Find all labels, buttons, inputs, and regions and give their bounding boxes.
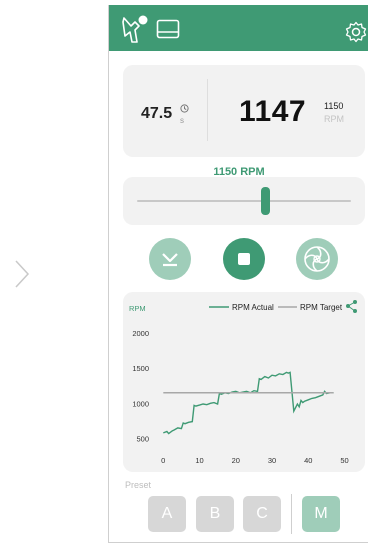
share-icon[interactable] (346, 300, 357, 313)
x-tick-label: 20 (232, 456, 240, 465)
rpm-chart-card: RPM 2000 1500 1000 500 0 10 20 30 40 50 RPM Actual R… (123, 292, 365, 472)
slider-track[interactable] (137, 200, 351, 202)
stop-icon (238, 253, 250, 265)
readout-divider (207, 79, 208, 141)
previous-page-chevron-icon[interactable] (10, 258, 34, 290)
slider-thumb[interactable] (260, 187, 270, 215)
spin-icon (304, 246, 330, 272)
drill-icon[interactable] (121, 14, 149, 44)
rotate-forward-button[interactable] (296, 238, 338, 280)
manual-mode-button[interactable]: M (302, 496, 340, 532)
y-tick-label: 2000 (132, 329, 149, 338)
y-tick-label: 1000 (132, 399, 149, 408)
readout-card: 47.5 s 1147 1150 RPM (123, 65, 365, 157)
rpm-target-value: 1150 (324, 101, 344, 111)
chevron-down-icon (162, 253, 178, 267)
stop-button[interactable] (223, 238, 265, 280)
legend-label-target: RPM Target (300, 303, 343, 312)
legend-label-actual: RPM Actual (232, 303, 274, 312)
rpm-actual-value: 1147 (239, 95, 307, 128)
x-tick-label: 0 (161, 456, 165, 465)
preset-c-button[interactable]: C (243, 496, 281, 532)
x-tick-label: 10 (195, 456, 203, 465)
rpm-unit: RPM (324, 114, 344, 124)
time-unit: s (180, 116, 184, 125)
rpm-actual-line (163, 371, 334, 435)
x-tick-label: 40 (304, 456, 312, 465)
clock-icon (180, 104, 189, 113)
preset-a-button[interactable]: A (148, 496, 186, 532)
y-tick-label: 1500 (132, 364, 149, 373)
console-icon[interactable] (156, 19, 180, 39)
x-tick-label: 30 (268, 456, 276, 465)
top-bar (109, 5, 368, 51)
gear-icon[interactable] (345, 21, 367, 43)
x-tick-label: 50 (340, 456, 348, 465)
rotate-reverse-button[interactable] (149, 238, 191, 280)
y-tick-label: 500 (136, 434, 149, 443)
preset-b-button[interactable]: B (196, 496, 234, 532)
rpm-slider[interactable] (123, 177, 365, 225)
rpm-chart: RPM 2000 1500 1000 500 0 10 20 30 40 50 RPM Actual R… (129, 300, 357, 465)
preset-label: Preset (125, 480, 152, 490)
time-value: 47.5 (141, 105, 173, 122)
app-screen: 47.5 s 1147 1150 RPM 1150 RPM RPM 2000 1… (108, 5, 368, 543)
y-axis-label: RPM (129, 304, 146, 313)
preset-separator (291, 494, 292, 534)
